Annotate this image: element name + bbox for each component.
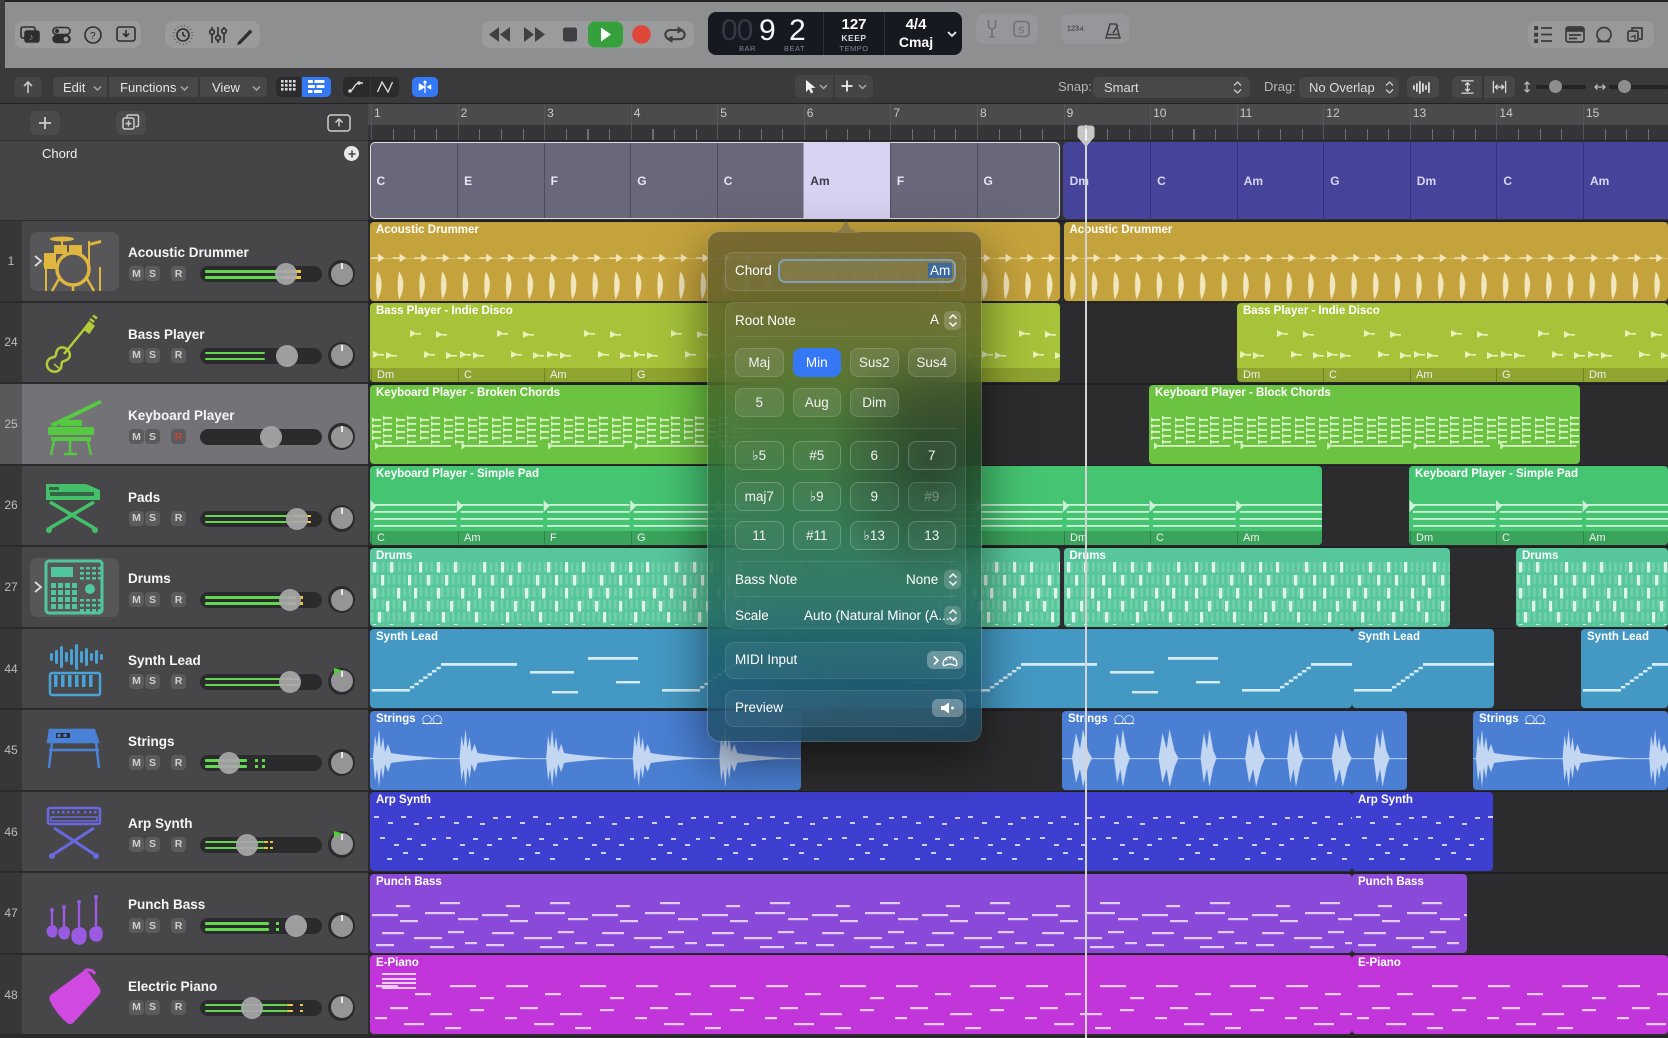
svg-text:¹²³⁴: ¹²³⁴ bbox=[1067, 23, 1084, 37]
svg-text:S: S bbox=[1018, 26, 1025, 37]
svg-text:♪: ♪ bbox=[29, 32, 34, 42]
svg-text:?: ? bbox=[90, 31, 96, 42]
